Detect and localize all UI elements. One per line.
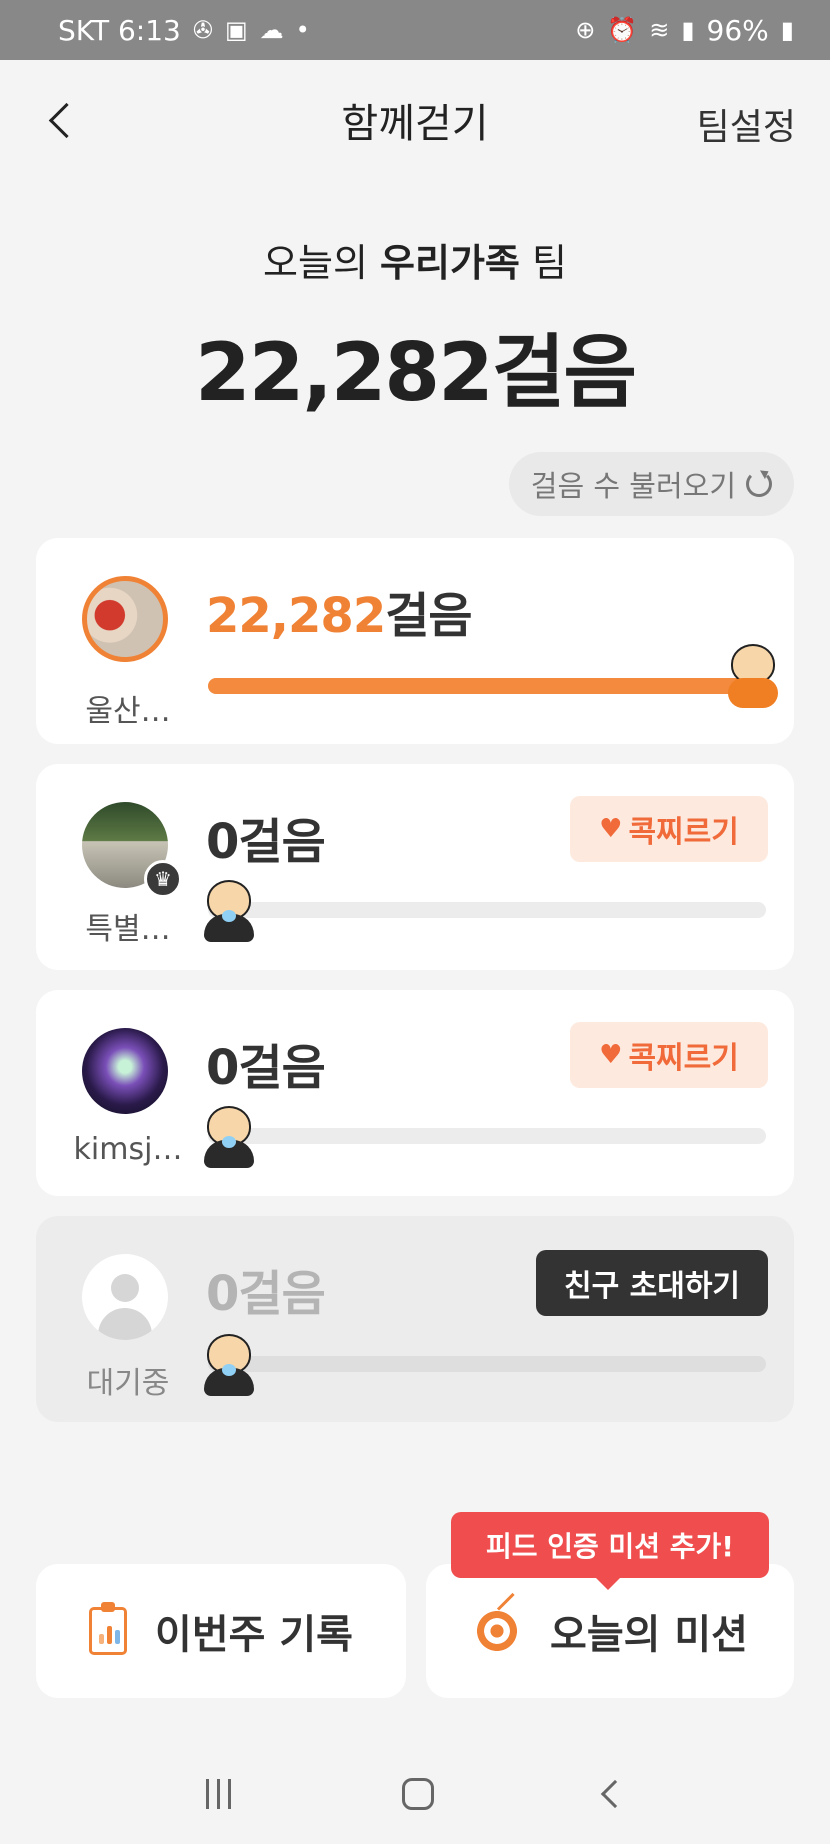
empty-avatar-icon — [82, 1254, 168, 1340]
poke-label: 콕찌르기 — [628, 815, 739, 850]
progress-fill — [208, 678, 766, 694]
crown-icon: ♛ — [144, 860, 182, 898]
mascot-baby-icon — [200, 1334, 258, 1396]
member-steps: 0걸음 — [206, 802, 326, 872]
dot-icon: • — [295, 16, 310, 44]
status-bar-left: SKT 6:13 ✇ ▣ ☁ • — [58, 14, 310, 47]
member-name: 대기중 — [86, 1366, 170, 1401]
member-card: 울산… 22,282걸음 — [36, 538, 794, 744]
steps-unit: 걸음 — [238, 1266, 325, 1322]
steps-unit: 걸음 — [238, 1040, 325, 1096]
invite-friend-button[interactable]: 친구 초대하기 — [536, 1250, 768, 1316]
member-name: 울산… — [85, 694, 171, 729]
mascot-baby-icon — [200, 1106, 258, 1168]
total-steps: 22,282걸음 — [195, 326, 637, 419]
home-button[interactable] — [401, 1778, 434, 1810]
progress-track — [208, 902, 766, 918]
team-name: 우리가족 — [380, 241, 520, 285]
refresh-icon — [746, 471, 772, 497]
fan-icon: ✇ — [192, 16, 213, 44]
week-record-button[interactable]: 이번주 기록 — [36, 1564, 406, 1698]
today-mission-label: 오늘의 미션 — [550, 1612, 748, 1658]
member-steps: 0걸음 — [206, 1254, 326, 1324]
status-bar: SKT 6:13 ✇ ▣ ☁ • ⊕ ⏰ ≋ ▮ 96% ▮ — [0, 0, 830, 60]
mascot-running-icon — [724, 644, 782, 708]
progress-track — [208, 678, 766, 694]
system-back-button[interactable] — [600, 1779, 629, 1809]
recent-apps-button[interactable] — [205, 1779, 231, 1809]
member-steps: 22,282걸음 — [206, 576, 473, 646]
status-bar-right: ⊕ ⏰ ≋ ▮ 96% ▮ — [575, 14, 794, 47]
member-card: kimsj… 0걸음 ♥ 콕찌르기 — [36, 990, 794, 1196]
poke-label: 콕찌르기 — [628, 1041, 739, 1076]
steps-number: 0 — [206, 1266, 239, 1322]
carrier-time: SKT 6:13 — [58, 13, 181, 47]
refresh-steps-button[interactable]: 걸음 수 불러오기 — [508, 452, 794, 516]
back-button[interactable] — [40, 98, 84, 142]
steps-number: 0 — [206, 1040, 239, 1096]
steps-number: 0 — [206, 814, 239, 870]
avatar[interactable] — [82, 1028, 168, 1114]
image-icon: ▣ — [224, 16, 248, 44]
poke-button[interactable]: ♥ 콕찌르기 — [570, 796, 768, 862]
cloud-icon: ☁ — [259, 16, 284, 44]
team-settings-button[interactable]: 팀설정 — [697, 98, 796, 150]
clipboard-chart-icon — [89, 1602, 128, 1655]
lock-icon: ⊕ — [575, 16, 596, 44]
app-header: 함께걷기 팀설정 — [0, 60, 830, 180]
poke-heart-icon: ♥ — [599, 1040, 623, 1070]
steps-unit: 걸음 — [385, 588, 472, 644]
refresh-label: 걸음 수 불러오기 — [530, 469, 736, 503]
member-name: kimsj… — [73, 1132, 183, 1167]
team-line-prefix: 오늘의 — [263, 241, 368, 285]
page-title: 함께걷기 — [341, 101, 489, 147]
member-card-pending: 대기중 0걸음 친구 초대하기 — [36, 1216, 794, 1422]
member-name: 특별… — [85, 912, 171, 947]
mission-tooltip: 피드 인증 미션 추가! — [451, 1512, 769, 1590]
alarm-icon: ⏰ — [607, 16, 638, 44]
signal-icon: ▮ — [681, 16, 695, 44]
avatar[interactable] — [82, 576, 168, 662]
poke-heart-icon: ♥ — [599, 814, 623, 844]
member-card: ♛ 특별… 0걸음 ♥ 콕찌르기 — [36, 764, 794, 970]
mascot-baby-icon — [200, 880, 258, 942]
steps-unit: 걸음 — [238, 814, 325, 870]
progress-track — [208, 1356, 766, 1372]
steps-number: 22,282 — [206, 588, 386, 644]
battery-level: 96% — [706, 13, 769, 47]
team-line: 오늘의 우리가족 팀 — [0, 232, 830, 287]
wifi-icon: ≋ — [649, 16, 670, 44]
target-icon — [472, 1606, 523, 1656]
poke-button[interactable]: ♥ 콕찌르기 — [570, 1022, 768, 1088]
system-nav-bar — [0, 1744, 830, 1844]
battery-icon: ▮ — [780, 16, 794, 44]
member-steps: 0걸음 — [206, 1028, 326, 1098]
week-record-label: 이번주 기록 — [155, 1612, 353, 1658]
progress-track — [208, 1128, 766, 1144]
team-line-suffix: 팀 — [531, 241, 567, 285]
